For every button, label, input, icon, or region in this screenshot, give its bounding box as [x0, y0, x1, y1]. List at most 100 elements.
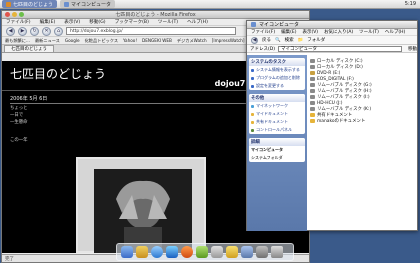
safari-icon[interactable] [151, 246, 163, 258]
task-sidebar: システムのタスク システム情報を表示する プログラムの追加と削除 設定を変更する… [247, 55, 307, 231]
place-label: マイネットワーク [256, 103, 288, 108]
home-button[interactable]: ⌂ [54, 26, 63, 36]
item-label: ローカル ディスク (D:) [317, 65, 363, 70]
drive-icon [310, 89, 315, 93]
task-item[interactable]: 設定を変更する [249, 82, 305, 90]
documents-icon [251, 112, 254, 116]
menu-tools[interactable]: ツール(T) [359, 29, 379, 35]
menu-help[interactable]: ヘルプ(H) [385, 29, 405, 35]
task-item[interactable]: システム情報を表示する [249, 66, 305, 74]
folders-button[interactable]: フォルダ [307, 37, 325, 43]
computer-icon[interactable] [241, 246, 253, 258]
stop-button[interactable]: ✕ [42, 26, 51, 36]
bookmark-item[interactable]: Yahoo! [123, 38, 137, 43]
file-list: ローカル ディスク (C:) ローカル ディスク (D:) DVD-R (E:)… [307, 55, 417, 231]
blog-title[interactable]: 七匹目のどじょう [10, 65, 106, 82]
menu-help[interactable]: ヘルプ(H) [187, 19, 208, 25]
menu-view[interactable]: 表示(V) [64, 19, 80, 25]
reload-button[interactable]: ↻ [30, 26, 39, 36]
bookmark-item[interactable]: 最新ニュース [35, 38, 60, 44]
tab-firefox[interactable]: 七匹目のどじょう [2, 0, 58, 8]
list-item[interactable]: manakoのドキュメント [310, 118, 414, 124]
bookmark-item[interactable]: 最も頻繁に... [5, 38, 30, 44]
menu-tools[interactable]: ツール(T) [158, 19, 178, 25]
my-computer-titlebar: マイコンピュータ [247, 21, 417, 29]
program-icon [251, 76, 254, 80]
menubar: 七匹目のどじょう マイコンピュータ 5:19 [0, 0, 420, 9]
tab-my-computer-label: マイコンピュータ [71, 1, 112, 8]
search-icon[interactable]: 🔍 [275, 38, 281, 43]
back-button[interactable]: ◀ [6, 26, 15, 36]
address-value: マイコンピュータ [280, 46, 317, 52]
folder-icon [310, 119, 315, 123]
details-type: システムフォルダ [251, 155, 283, 160]
folder-icon[interactable]: 📁 [298, 38, 304, 43]
item-label: manakoのドキュメント [317, 119, 366, 124]
bookmark-item[interactable]: DENGEKI WEB [142, 38, 172, 43]
panel-title[interactable]: システムのタスク [249, 58, 305, 66]
details-panel: 詳細 マイコンピュータ システムフォルダ [249, 138, 305, 162]
drive-icon [310, 59, 315, 63]
menu-go[interactable]: 移動(G) [89, 19, 105, 25]
finder-icon[interactable] [121, 246, 133, 258]
firefox-icon [6, 1, 11, 7]
my-computer-title: マイコンピュータ [259, 22, 300, 28]
post-line: この一年 [10, 138, 28, 143]
task-label: システム情報を表示する [256, 67, 300, 72]
menu-favorites[interactable]: お気に入り(A) [324, 29, 353, 35]
photos-icon[interactable] [226, 246, 238, 258]
drive-icon [310, 107, 315, 111]
browser-tab[interactable]: 七匹目のどじょう [4, 45, 54, 52]
drive-icon [310, 77, 315, 81]
menu-view[interactable]: 表示(V) [302, 29, 318, 35]
place-label: マイドキュメント [256, 111, 288, 116]
place-item[interactable]: 共有ドキュメント [249, 118, 305, 126]
back-button[interactable]: 戻る [262, 37, 271, 43]
task-item[interactable]: プログラムの追加と削除 [249, 74, 305, 82]
my-computer-window: マイコンピュータ ファイル(F) 編集(E) 表示(V) お気に入り(A) ツー… [246, 20, 418, 231]
panel-title[interactable]: その他 [249, 94, 305, 102]
panel-title[interactable]: 詳細 [249, 138, 305, 146]
go-button[interactable]: 移動 [408, 46, 417, 52]
trash-icon[interactable] [271, 246, 283, 258]
address-input[interactable]: マイコンピュータ [277, 45, 402, 52]
messenger-icon[interactable] [196, 246, 208, 258]
firefox-window-title: 七匹目のどじょう - Mozilla Firefox [115, 12, 196, 18]
bookmark-item[interactable]: 化粧品トピックス [85, 38, 118, 44]
close-button[interactable] [5, 12, 10, 17]
computer-icon [251, 22, 256, 27]
menu-bookmarks[interactable]: ブックマーク(B) [115, 19, 149, 25]
place-item[interactable]: マイドキュメント [249, 110, 305, 118]
task-label: プログラムの追加と削除 [256, 75, 300, 80]
back-icon[interactable]: ◀ [251, 36, 258, 44]
menu-edit[interactable]: 編集(E) [40, 19, 56, 25]
mail-icon[interactable] [136, 246, 148, 258]
search-button[interactable]: 検索 [285, 37, 294, 43]
clock: 5:19 [404, 1, 416, 7]
minimize-button[interactable] [12, 12, 17, 17]
place-label: コントロールパネル [256, 127, 292, 132]
menu-file[interactable]: ファイル(F) [6, 19, 31, 25]
firefox-icon[interactable] [181, 246, 193, 258]
zoom-button[interactable] [19, 12, 24, 17]
menu-edit[interactable]: 編集(E) [281, 29, 296, 35]
forward-button[interactable]: ▶ [18, 26, 27, 36]
app-icon[interactable] [256, 246, 268, 258]
tab-my-computer[interactable]: マイコンピュータ [60, 0, 116, 8]
computer-icon [64, 1, 70, 7]
bookmark-item[interactable]: デジカメWatch [177, 38, 207, 44]
bookmark-item[interactable]: [ImpressWatch] [212, 38, 245, 43]
shared-folder-icon [251, 120, 254, 124]
place-item[interactable]: コントロールパネル [249, 126, 305, 134]
network-icon [251, 104, 254, 108]
menu-file[interactable]: ファイル(F) [251, 29, 275, 35]
post-photo [76, 157, 206, 253]
window-controls [5, 12, 24, 17]
url-bar[interactable]: http://dojou7.exblog.jp/ [66, 27, 236, 35]
post-line: 一日で [10, 113, 24, 118]
folder-icon [310, 113, 315, 117]
bookmark-item[interactable]: Google [65, 38, 80, 43]
itunes-icon[interactable] [166, 246, 178, 258]
preferences-icon[interactable] [211, 246, 223, 258]
place-item[interactable]: マイネットワーク [249, 102, 305, 110]
